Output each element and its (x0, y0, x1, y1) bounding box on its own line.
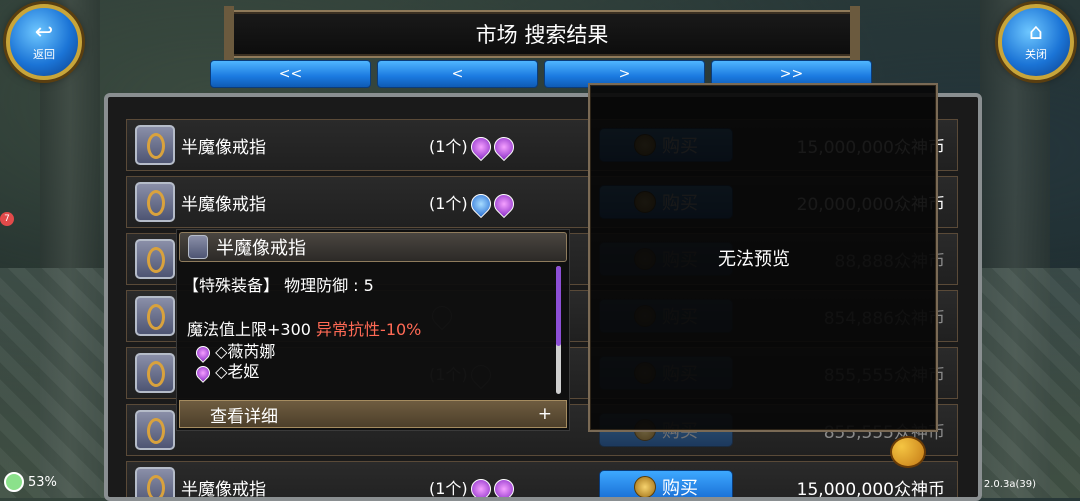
buy-button-label: 购买 (662, 478, 698, 499)
version-label: 2.0.3a(39) (983, 479, 1036, 490)
ring-icon (188, 235, 208, 259)
gem-icon (489, 133, 518, 162)
item-tooltip: 半魔像戒指 【特殊装备】 物理防御 : 5 魔法值上限+300 异常抗性-10%… (176, 229, 570, 431)
close-button[interactable]: ⌂ 关闭 (998, 4, 1074, 80)
battery-percent: 53% (28, 474, 57, 490)
item-name: 半魔像戒指 (181, 137, 266, 158)
ring-icon (135, 410, 175, 450)
item-preview-panel: 无法预览 (588, 83, 938, 432)
ring-icon (135, 296, 175, 336)
tooltip-header: 半魔像戒指 (179, 232, 567, 262)
return-arrow-icon: ↩ (34, 20, 54, 45)
tooltip-scroll-thumb[interactable] (556, 266, 561, 346)
tooltip-scrollbar[interactable] (556, 266, 561, 394)
gem-icon (466, 190, 495, 219)
tooltip-stat-line: 【特殊装备】 物理防御 : 5 (183, 276, 374, 295)
listing-row[interactable]: 半魔像戒指 (1个) 购买 15,000,000众神币 (126, 461, 958, 500)
notification-badge: 7 (0, 212, 14, 226)
palette-icon[interactable] (890, 436, 926, 468)
coin-icon (634, 476, 656, 497)
tooltip-gem-name: ◇老妪 (215, 362, 260, 381)
tooltip-gem-line: ◇老妪 (193, 358, 260, 383)
close-button-label: 关闭 (1025, 48, 1047, 61)
item-name: 半魔像戒指 (181, 479, 266, 500)
first-page-button[interactable]: << (210, 60, 371, 88)
item-price: 15,000,000众神币 (796, 479, 945, 500)
buy-button[interactable]: 购买 (599, 470, 733, 499)
quantity-text: (1个) (429, 478, 468, 498)
tooltip-bonus-line: 魔法值上限+300 异常抗性-10% (187, 316, 421, 340)
quantity-text: (1个) (429, 136, 468, 156)
tooltip-item-name: 半魔像戒指 (216, 238, 306, 259)
gem-icon (466, 475, 495, 497)
view-details-button[interactable]: 查看详细 + (179, 400, 567, 428)
back-button[interactable]: ↩ 返回 (6, 4, 82, 80)
item-name: 半魔像戒指 (181, 194, 266, 215)
page-title: 市场 搜索结果 (224, 6, 860, 62)
tooltip-mp-bonus: 魔法值上限+300 (187, 320, 311, 339)
gem-icon (466, 133, 495, 162)
preview-unavailable-text: 无法预览 (718, 249, 790, 270)
plus-icon: + (537, 404, 552, 424)
gem-icon (489, 475, 518, 497)
ring-icon (135, 125, 175, 165)
back-button-label: 返回 (33, 48, 55, 61)
ring-icon (135, 239, 175, 279)
tooltip-resist-penalty: 异常抗性-10% (316, 320, 422, 339)
item-quantity: (1个) (429, 475, 518, 498)
prev-page-button[interactable]: < (377, 60, 538, 88)
ring-icon (135, 182, 175, 222)
item-quantity: (1个) (429, 190, 518, 219)
gem-icon (489, 190, 518, 219)
home-icon: ⌂ (1029, 20, 1043, 45)
battery-indicator: 53% (4, 472, 57, 492)
ring-icon (135, 353, 175, 393)
quantity-text: (1个) (429, 193, 468, 213)
view-details-label: 查看详细 (210, 406, 278, 427)
ring-icon (135, 467, 175, 497)
battery-icon (4, 472, 24, 492)
item-quantity: (1个) (429, 133, 518, 162)
gem-icon (193, 362, 213, 383)
